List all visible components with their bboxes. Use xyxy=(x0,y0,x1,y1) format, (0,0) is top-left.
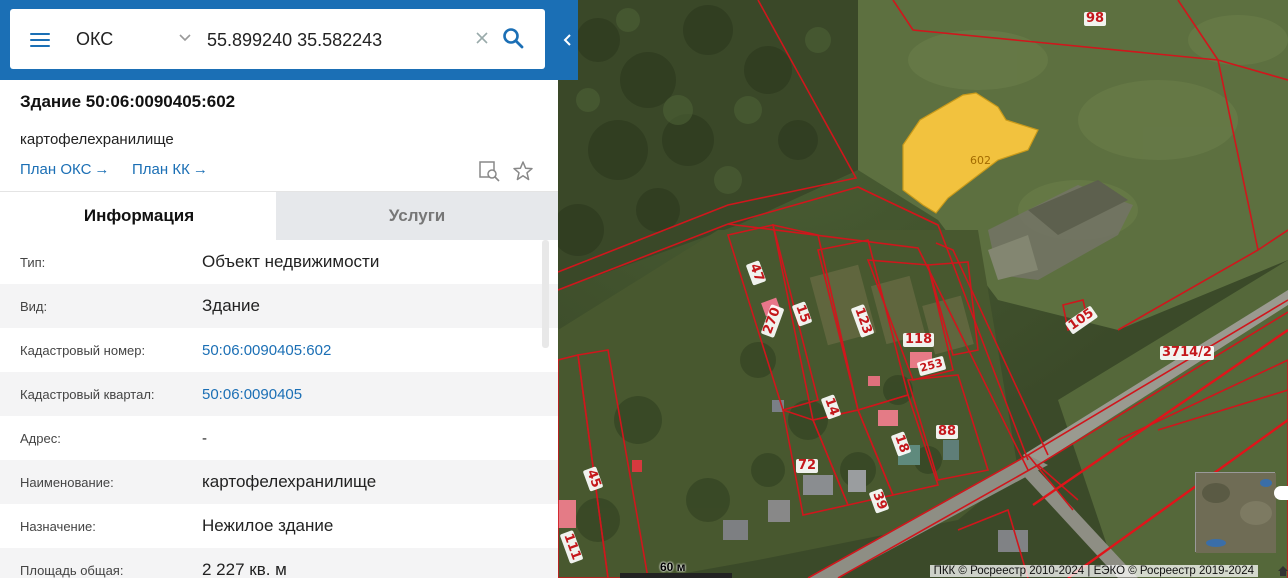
star-icon[interactable] xyxy=(512,160,534,182)
tab-information[interactable]: Информация xyxy=(0,192,278,240)
row-value: картофелехранилище xyxy=(202,472,377,491)
menu-icon[interactable] xyxy=(30,29,50,49)
search-box: ОКС xyxy=(10,9,545,69)
plan-kk-link[interactable]: План КК → xyxy=(132,161,208,178)
satellite-imagery xyxy=(558,0,1288,578)
info-row: Вид: Здание xyxy=(0,284,558,328)
arrow-right-icon: → xyxy=(192,161,208,178)
map-view[interactable]: 602 98 47 270 15 123 118 253 105 3714/2 … xyxy=(558,0,1288,578)
search-input[interactable] xyxy=(207,26,462,54)
plan-search-icon[interactable] xyxy=(478,160,500,182)
parcel-label: 3714/2 xyxy=(1160,345,1214,360)
info-table: Тип: Объект недвижимости Вид: Здание Кад… xyxy=(0,240,558,578)
row-label: Кадастровый номер: xyxy=(20,343,146,358)
parcel-label: 98 xyxy=(1084,11,1107,26)
search-icon[interactable] xyxy=(502,27,524,49)
chevron-down-icon[interactable] xyxy=(178,31,192,45)
row-label: Кадастровый квартал: xyxy=(20,387,155,402)
cadastral-number-link[interactable]: 50:06:0090405:602 xyxy=(202,342,331,359)
row-label: Тип: xyxy=(20,255,46,270)
scale-label: 60 м xyxy=(660,560,686,574)
info-row: Назначение: Нежилое здание xyxy=(0,504,558,548)
scrollbar[interactable] xyxy=(542,240,549,348)
minimap-toggle[interactable] xyxy=(1274,486,1288,500)
minimap[interactable] xyxy=(1195,472,1276,553)
cadastral-quarter-link[interactable]: 50:06:0090405 xyxy=(202,386,302,403)
info-row: Кадастровый номер: 50:06:0090405:602 xyxy=(0,328,558,372)
object-title: Здание 50:06:0090405:602 xyxy=(20,92,236,111)
building-label: 602 xyxy=(970,154,991,167)
info-panel: ОКС Здание 50:06:0090405:602 картофелехр… xyxy=(0,0,558,578)
minimap-image xyxy=(1196,473,1276,553)
row-label: Наименование: xyxy=(20,475,114,490)
home-icon[interactable] xyxy=(1278,566,1288,576)
parcel-label: 118 xyxy=(903,332,935,347)
collapse-arrow-icon xyxy=(563,34,571,46)
row-value: Здание xyxy=(202,296,260,315)
row-value: Объект недвижимости xyxy=(202,252,380,271)
plan-kk-label: План КК xyxy=(132,161,190,178)
row-value: - xyxy=(202,430,207,447)
parcel-label: 72 xyxy=(796,458,819,473)
tab-services[interactable]: Услуги xyxy=(276,192,558,240)
info-row: Тип: Объект недвижимости xyxy=(0,240,558,284)
plan-oks-link[interactable]: План ОКС → xyxy=(20,161,109,178)
clear-icon[interactable] xyxy=(474,30,490,46)
row-value: Нежилое здание xyxy=(202,516,334,535)
row-label: Назначение: xyxy=(20,519,96,534)
parcel-label: 88 xyxy=(936,424,959,439)
map-copyright: ПКК © Росреестр 2010-2024 | ЕЭКО © Росре… xyxy=(929,565,1258,577)
info-row: Адрес: - xyxy=(0,416,558,460)
arrow-right-icon: → xyxy=(94,161,110,178)
info-row: Площадь общая: 2 227 кв. м xyxy=(0,548,558,578)
collapse-panel-button[interactable] xyxy=(558,0,578,80)
row-label: Адрес: xyxy=(20,431,61,446)
scale-bar xyxy=(620,573,732,578)
type-select[interactable]: ОКС xyxy=(76,29,113,50)
plan-oks-label: План ОКС xyxy=(20,161,92,178)
row-label: Площадь общая: xyxy=(20,563,124,578)
row-label: Вид: xyxy=(20,299,48,314)
object-subtitle: картофелехранилище xyxy=(20,131,174,148)
info-row: Наименование: картофелехранилище xyxy=(0,460,558,504)
search-bar-container: ОКС xyxy=(0,0,558,80)
row-value: 2 227 кв. м xyxy=(202,560,287,578)
info-row: Кадастровый квартал: 50:06:0090405 xyxy=(0,372,558,416)
